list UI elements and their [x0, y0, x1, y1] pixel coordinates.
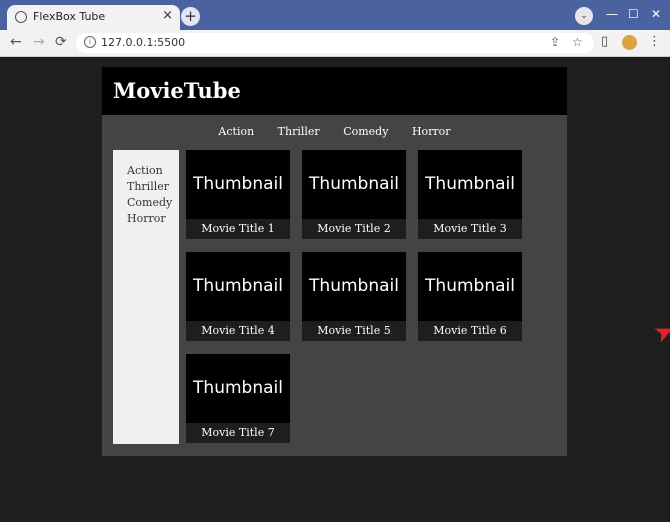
movie-thumbnail[interactable]: Thumbnail	[186, 150, 290, 219]
sidebar-item-horror[interactable]: Horror	[127, 212, 166, 225]
window-close-button[interactable]: ✕	[651, 7, 661, 21]
movie-title[interactable]: Movie Title 5	[302, 321, 406, 341]
movie-thumbnail[interactable]: Thumbnail	[302, 150, 406, 219]
tab-search-button[interactable]: ⌄	[575, 7, 593, 25]
movie-thumbnail[interactable]: Thumbnail	[186, 354, 290, 423]
nav-item-thriller[interactable]: Thriller	[278, 125, 320, 138]
address-bar[interactable]: i 127.0.0.1:5500 ⇪ ☆	[76, 33, 594, 53]
movie-title[interactable]: Movie Title 4	[186, 321, 290, 341]
site-logo[interactable]: MovieTube	[113, 78, 241, 103]
kebab-menu-icon[interactable]: ⋮	[648, 34, 661, 49]
movie-card[interactable]: Thumbnail Movie Title 4	[186, 252, 290, 341]
nav-item-comedy[interactable]: Comedy	[343, 125, 388, 138]
back-arrow-icon[interactable]: ←	[10, 34, 22, 50]
movie-thumbnail[interactable]: Thumbnail	[302, 252, 406, 321]
top-nav: Action Thriller Comedy Horror	[102, 125, 567, 138]
sidebar: Action Thriller Comedy Horror	[113, 150, 179, 444]
forward-arrow-icon[interactable]: →	[33, 34, 45, 50]
star-icon[interactable]: ☆	[572, 35, 583, 49]
movie-title[interactable]: Movie Title 6	[418, 321, 522, 341]
movie-title[interactable]: Movie Title 3	[418, 219, 522, 239]
movie-thumbnail[interactable]: Thumbnail	[418, 150, 522, 219]
site-header: MovieTube	[102, 67, 567, 115]
share-icon[interactable]: ⇪	[550, 35, 560, 49]
movie-title[interactable]: Movie Title 7	[186, 423, 290, 443]
new-tab-button[interactable]: +	[181, 7, 200, 26]
movie-card[interactable]: Thumbnail Movie Title 2	[302, 150, 406, 239]
url-text[interactable]: 127.0.0.1:5500	[101, 36, 185, 49]
globe-icon	[15, 11, 27, 23]
info-icon[interactable]: i	[84, 36, 96, 48]
browser-titlebar: FlexBox Tube × + ⌄ — ☐ ✕	[0, 0, 670, 30]
nav-item-action[interactable]: Action	[218, 125, 254, 138]
movie-card[interactable]: Thumbnail Movie Title 1	[186, 150, 290, 239]
site-container: MovieTube Action Thriller Comedy Horror …	[102, 67, 567, 456]
movie-card[interactable]: Thumbnail Movie Title 7	[186, 354, 290, 443]
avatar-icon[interactable]	[622, 35, 637, 50]
movie-title[interactable]: Movie Title 1	[186, 219, 290, 239]
side-panel-icon[interactable]: ▯	[601, 34, 608, 49]
close-icon[interactable]: ×	[162, 8, 173, 23]
sidebar-item-action[interactable]: Action	[127, 164, 163, 177]
browser-toolbar: ← → ⟳ i 127.0.0.1:5500 ⇪ ☆ ▯ ⋮	[0, 30, 670, 57]
movie-thumbnail[interactable]: Thumbnail	[418, 252, 522, 321]
movie-thumbnail[interactable]: Thumbnail	[186, 252, 290, 321]
tab-title: FlexBox Tube	[33, 10, 106, 23]
reload-icon[interactable]: ⟳	[55, 34, 67, 50]
browser-tab[interactable]: FlexBox Tube ×	[7, 5, 180, 30]
maximize-button[interactable]: ☐	[628, 7, 639, 21]
sidebar-item-thriller[interactable]: Thriller	[127, 180, 169, 193]
movie-card[interactable]: Thumbnail Movie Title 3	[418, 150, 522, 239]
movie-card[interactable]: Thumbnail Movie Title 6	[418, 252, 522, 341]
movie-title[interactable]: Movie Title 2	[302, 219, 406, 239]
sidebar-item-comedy[interactable]: Comedy	[127, 196, 172, 209]
movie-card[interactable]: Thumbnail Movie Title 5	[302, 252, 406, 341]
page-viewport: MovieTube Action Thriller Comedy Horror …	[0, 57, 670, 522]
minimize-button[interactable]: —	[606, 7, 618, 21]
nav-item-horror[interactable]: Horror	[412, 125, 451, 138]
